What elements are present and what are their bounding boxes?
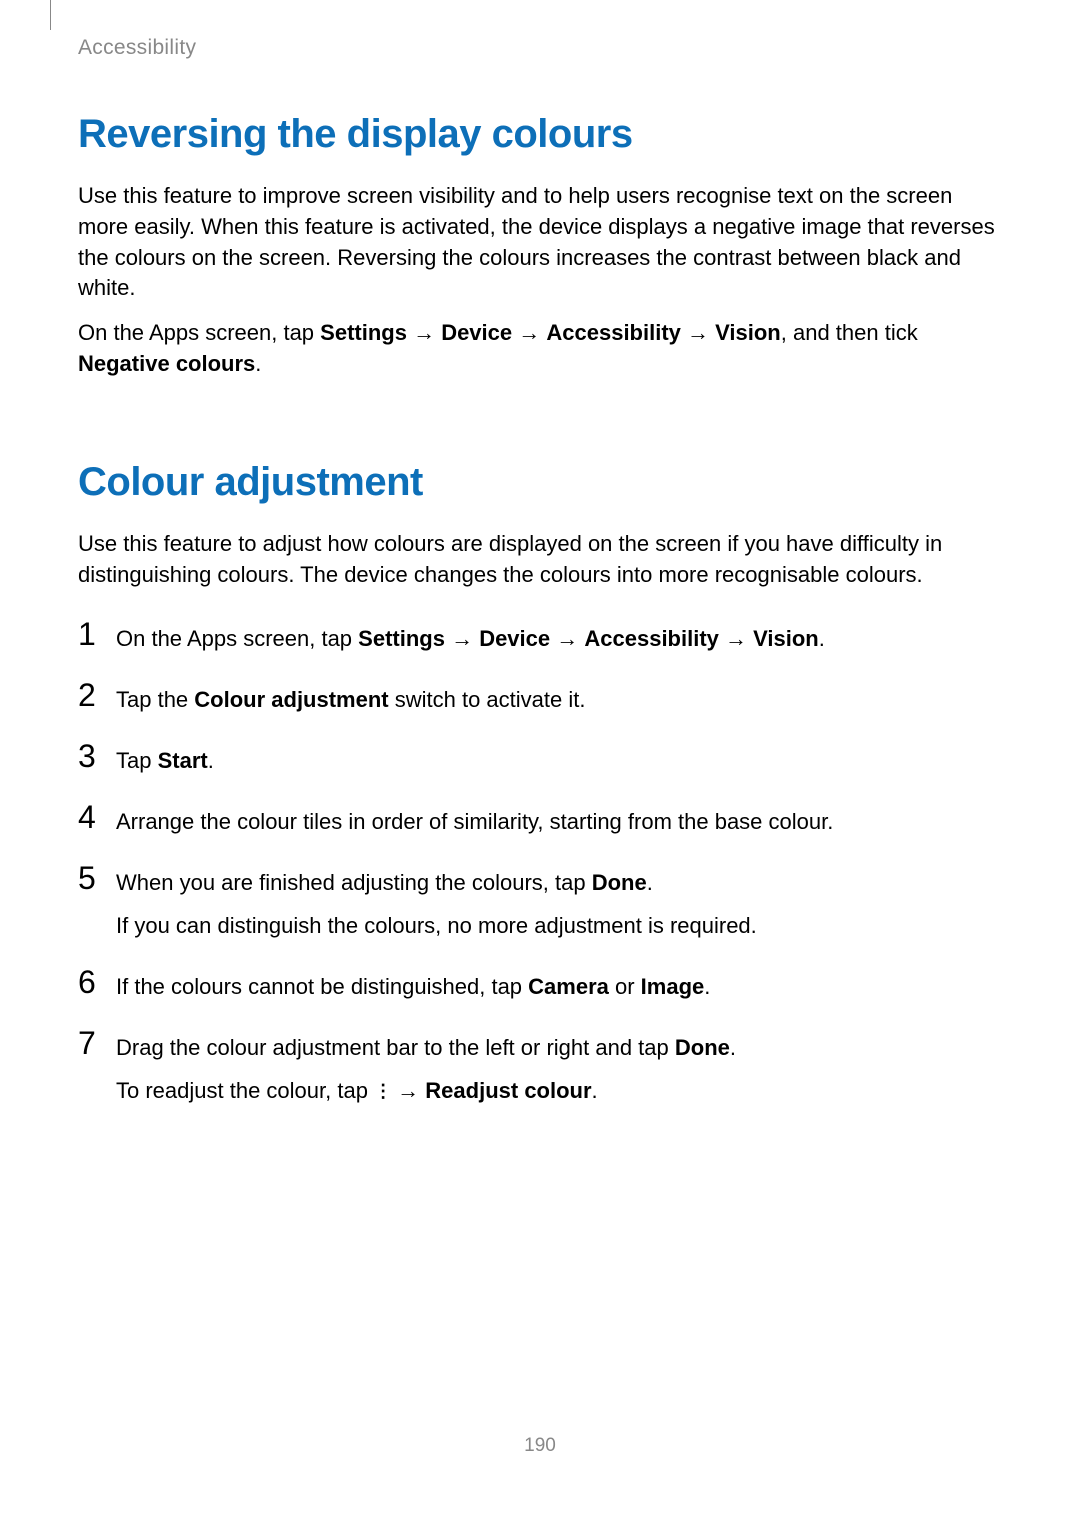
bold-settings: Settings [358, 626, 445, 651]
arrow-icon: → [512, 320, 546, 345]
bold-image: Image [641, 974, 705, 999]
bold-negative-colours: Negative colours [78, 351, 255, 376]
bold-vision: Vision [715, 320, 781, 345]
steps-list: 1 On the Apps screen, tap Settings → Dev… [78, 618, 1008, 1107]
text: On the Apps screen, tap [116, 626, 358, 651]
step-body: Arrange the colour tiles in order of sim… [116, 801, 1008, 838]
arrow-icon: → [391, 1078, 425, 1103]
text: Drag the colour adjustment bar to the le… [116, 1035, 675, 1060]
step-item: 4 Arrange the colour tiles in order of s… [78, 801, 1008, 838]
body-para: On the Apps screen, tap Settings → Devic… [78, 318, 1008, 380]
page-number: 190 [0, 1435, 1080, 1457]
text: If the colours cannot be distinguished, … [116, 974, 528, 999]
body-para: Use this feature to improve screen visib… [78, 181, 1008, 304]
step-number: 1 [78, 618, 112, 650]
text: Tap [116, 748, 158, 773]
body-para: Use this feature to adjust how colours a… [78, 529, 1008, 591]
bold-device: Device [441, 320, 512, 345]
text: When you are finished adjusting the colo… [116, 870, 592, 895]
step-body: Tap Start. [116, 740, 1008, 777]
text: . [730, 1035, 736, 1060]
section-colour-adjustment: Colour adjustment Use this feature to ad… [78, 460, 1008, 1108]
step-item: 5 When you are finished adjusting the co… [78, 862, 1008, 942]
bold-readjust-colour: Readjust colour [425, 1078, 591, 1103]
step-item: 2 Tap the Colour adjustment switch to ac… [78, 679, 1008, 716]
step-body: Drag the colour adjustment bar to the le… [116, 1027, 1008, 1107]
text: On the Apps screen, tap [78, 320, 320, 345]
header-rule [50, 0, 51, 30]
section-title-colour-adjustment: Colour adjustment [78, 460, 1008, 505]
text: . [647, 870, 653, 895]
step-item: 3 Tap Start. [78, 740, 1008, 777]
arrow-icon: → [550, 626, 584, 651]
text: . [208, 748, 214, 773]
text: switch to activate it. [389, 687, 586, 712]
step-item: 6 If the colours cannot be distinguished… [78, 966, 1008, 1003]
text: or [609, 974, 641, 999]
bold-camera: Camera [528, 974, 609, 999]
arrow-icon: → [719, 626, 753, 651]
step-body: On the Apps screen, tap Settings → Devic… [116, 618, 1008, 655]
step-body: Tap the Colour adjustment switch to acti… [116, 679, 1008, 716]
step-body: If the colours cannot be distinguished, … [116, 966, 1008, 1003]
text: To readjust the colour, tap [116, 1078, 374, 1103]
step-number: 5 [78, 862, 112, 894]
bold-accessibility: Accessibility [546, 320, 681, 345]
bold-vision: Vision [753, 626, 819, 651]
text: . [592, 1078, 598, 1103]
step-number: 2 [78, 679, 112, 711]
text: Tap the [116, 687, 194, 712]
step-item: 7 Drag the colour adjustment bar to the … [78, 1027, 1008, 1107]
bold-settings: Settings [320, 320, 407, 345]
step-number: 6 [78, 966, 112, 998]
bold-done: Done [592, 870, 647, 895]
step-subtext: To readjust the colour, tap ⋮ → Readjust… [116, 1074, 1008, 1107]
page-content: Reversing the display colours Use this f… [78, 112, 1008, 1131]
step-item: 1 On the Apps screen, tap Settings → Dev… [78, 618, 1008, 655]
more-options-icon: ⋮ [374, 1082, 391, 1100]
bold-colour-adjustment: Colour adjustment [194, 687, 388, 712]
bold-done: Done [675, 1035, 730, 1060]
step-number: 3 [78, 740, 112, 772]
step-number: 7 [78, 1027, 112, 1059]
text: . [704, 974, 710, 999]
arrow-icon: → [407, 320, 441, 345]
text: . [255, 351, 261, 376]
text: . [819, 626, 825, 651]
bold-start: Start [158, 748, 208, 773]
bold-accessibility: Accessibility [584, 626, 719, 651]
step-number: 4 [78, 801, 112, 833]
arrow-icon: → [681, 320, 715, 345]
running-header: Accessibility [78, 36, 196, 60]
section-title-reversing: Reversing the display colours [78, 112, 1008, 157]
arrow-icon: → [445, 626, 479, 651]
step-body: When you are finished adjusting the colo… [116, 862, 1008, 942]
bold-device: Device [479, 626, 550, 651]
text: , and then tick [781, 320, 918, 345]
step-subtext: If you can distinguish the colours, no m… [116, 909, 1008, 942]
